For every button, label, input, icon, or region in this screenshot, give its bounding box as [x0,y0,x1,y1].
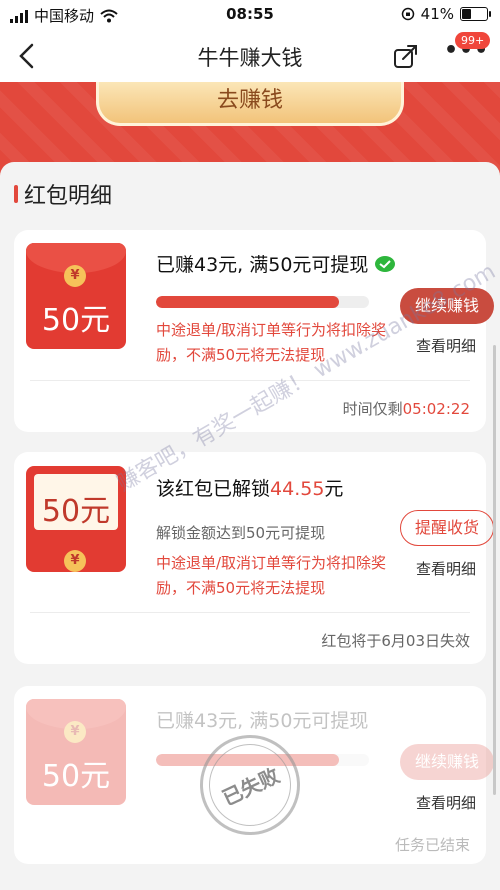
yuan-coin-icon: ¥ [64,265,86,287]
view-details-link[interactable]: 查看明细 [416,335,476,356]
share-icon[interactable] [392,42,420,70]
envelope-amount: 50元 [41,303,111,338]
envelope-amount: 50元 [41,759,111,794]
view-details-link[interactable]: 查看明细 [416,558,476,579]
remind-receipt-button[interactable]: 提醒收货 [400,510,494,546]
progress-bar [156,296,369,308]
unlocked-headline: 该红包已解锁44.55元 [156,478,344,500]
expiry-text: 红包将于6月03日失效 [321,632,470,650]
more-menu-icon[interactable]: ••• [444,40,488,66]
red-packet-card-2: 50元 ¥ 该红包已解锁44.55元 解锁金额达到50元可提现 中途退单/取消订… [14,452,494,664]
continue-earning-button[interactable]: 继续赚钱 [400,744,494,780]
wechat-check-icon [375,256,396,272]
red-envelope-icon: ¥ 50元 [26,699,126,805]
go-earn-button[interactable]: 去赚钱 [96,82,404,126]
red-packet-card-1: ¥ 50元 已赚43元, 满50元可提现 中途退单/取消订单等行为将扣除奖励，不… [14,230,494,432]
red-envelope-icon: ¥ 50元 [26,243,126,349]
section-title: 红包明细 [24,184,113,209]
nav-bar: 牛牛赚大钱 ••• 99+ [0,30,500,82]
countdown-text: 时间仅剩05:02:22 [342,400,470,418]
earned-headline: 已赚43元, 满50元可提现 [156,710,369,732]
unlock-condition: 解锁金额达到50元可提现 [156,524,326,542]
page-title: 牛牛赚大钱 [197,46,303,70]
warning-text: 中途退单/取消订单等行为将扣除奖励，不满50元将无法提现 [156,554,387,597]
envelope-amount: 50元 [41,494,111,529]
battery-percent: 41% [420,5,454,23]
continue-earning-button[interactable]: 继续赚钱 [400,288,494,324]
section-marker [14,185,18,203]
opened-envelope-icon: 50元 ¥ [26,466,126,572]
divider [30,612,470,613]
earned-headline: 已赚43元, 满50元可提现 [156,250,396,277]
divider [30,380,470,381]
rotation-lock-icon [401,7,414,21]
yuan-coin-icon: ¥ [64,721,86,743]
yuan-coin-icon: ¥ [64,550,86,572]
task-ended-text: 任务已结束 [394,836,470,854]
view-details-link[interactable]: 查看明细 [416,792,476,813]
notification-badge: 99+ [455,32,491,49]
warning-text: 中途退单/取消订单等行为将扣除奖励，不满50元将无法提现 [156,321,387,364]
scrollbar[interactable] [493,345,496,795]
status-bar: 中国移动 08:55 41% [0,0,500,30]
section-header: 红包明细 [14,178,112,210]
battery-icon [460,7,491,21]
